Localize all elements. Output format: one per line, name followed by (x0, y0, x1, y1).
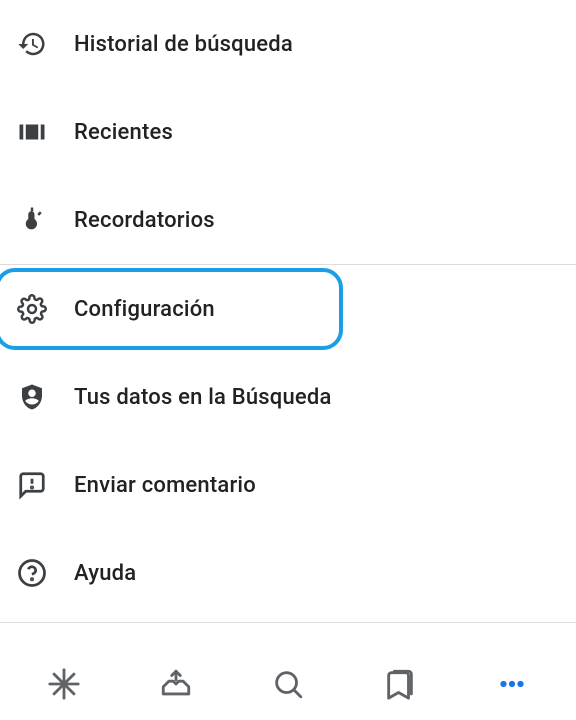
nav-search[interactable] (264, 660, 312, 708)
menu-item-label: Enviar comentario (74, 473, 256, 498)
menu-item-label: Recientes (74, 120, 173, 145)
reminder-icon (16, 204, 48, 236)
menu-item-recent[interactable]: Recientes (0, 88, 576, 176)
inbox-icon (159, 667, 193, 701)
bottom-nav (0, 648, 576, 720)
more-icon (495, 667, 529, 701)
nav-collections[interactable] (376, 660, 424, 708)
menu-item-search-history[interactable]: Historial de búsqueda (0, 0, 576, 88)
menu-item-label: Tus datos en la Búsqueda (74, 385, 332, 410)
menu-item-help[interactable]: Ayuda (0, 529, 576, 617)
nav-discover[interactable] (40, 660, 88, 708)
menu-item-your-data[interactable]: Tus datos en la Búsqueda (0, 353, 576, 441)
menu-item-feedback[interactable]: Enviar comentario (0, 441, 576, 529)
spark-icon (47, 667, 81, 701)
search-icon (271, 667, 305, 701)
nav-more[interactable] (488, 660, 536, 708)
history-icon (16, 28, 48, 60)
gear-icon (16, 293, 48, 325)
nav-updates[interactable] (152, 660, 200, 708)
settings-menu: Historial de búsqueda Recientes Recordat… (0, 0, 576, 623)
bookmarks-icon (383, 667, 417, 701)
divider (0, 622, 576, 623)
menu-item-label: Historial de búsqueda (74, 32, 293, 57)
feedback-icon (16, 469, 48, 501)
menu-item-settings[interactable]: Configuración (0, 265, 576, 353)
menu-item-reminders[interactable]: Recordatorios (0, 176, 576, 264)
help-icon (16, 557, 48, 589)
shield-user-icon (16, 381, 48, 413)
menu-item-label: Configuración (74, 297, 215, 322)
menu-item-label: Ayuda (74, 561, 136, 586)
menu-item-label: Recordatorios (74, 208, 215, 233)
recent-icon (16, 116, 48, 148)
